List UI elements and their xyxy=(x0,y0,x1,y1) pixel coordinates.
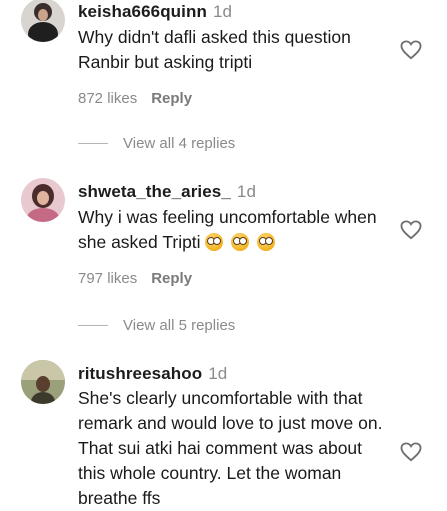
flushed-face-icon xyxy=(230,233,249,251)
heart-icon[interactable] xyxy=(400,220,422,240)
view-replies-label: View all 4 replies xyxy=(123,135,236,152)
flushed-face-icon xyxy=(204,233,223,251)
view-replies-label: View all 5 replies xyxy=(123,317,236,334)
view-replies-button[interactable]: View all 5 replies xyxy=(78,317,235,334)
comment-text: She's clearly uncomfortable with that re… xyxy=(78,388,383,508)
comment-timestamp: 1d xyxy=(212,2,233,21)
avatar[interactable] xyxy=(21,0,65,42)
comment-meta: 797 likes Reply xyxy=(78,270,192,287)
comment-text: Why didn't dafli asked this question Ran… xyxy=(78,27,351,72)
comment-meta: 872 likes Reply xyxy=(78,90,192,107)
avatar[interactable] xyxy=(21,360,65,404)
replies-divider xyxy=(78,325,108,326)
comment-timestamp: 1d xyxy=(208,364,228,383)
replies-divider xyxy=(78,143,108,144)
comment-username[interactable]: shweta_the_aries_ 1d xyxy=(78,182,256,202)
heart-icon[interactable] xyxy=(400,442,422,462)
reply-button[interactable]: Reply xyxy=(151,270,192,287)
flushed-face-icon xyxy=(256,233,275,251)
comment-timestamp: 1d xyxy=(236,182,257,201)
likes-count[interactable]: 872 likes xyxy=(78,90,137,107)
comment-text: Why i was feeling uncomfortable when she… xyxy=(78,205,393,258)
heart-icon[interactable] xyxy=(400,40,422,60)
avatar[interactable] xyxy=(21,178,65,222)
likes-count[interactable]: 797 likes xyxy=(78,270,137,287)
comment-username[interactable]: ritushreesahoo 1d xyxy=(78,364,227,384)
emoji-group xyxy=(204,233,283,258)
reply-button[interactable]: Reply xyxy=(151,90,192,107)
view-replies-button[interactable]: View all 4 replies xyxy=(78,135,235,152)
comment-username[interactable]: keisha666quinn 1d xyxy=(78,2,232,22)
